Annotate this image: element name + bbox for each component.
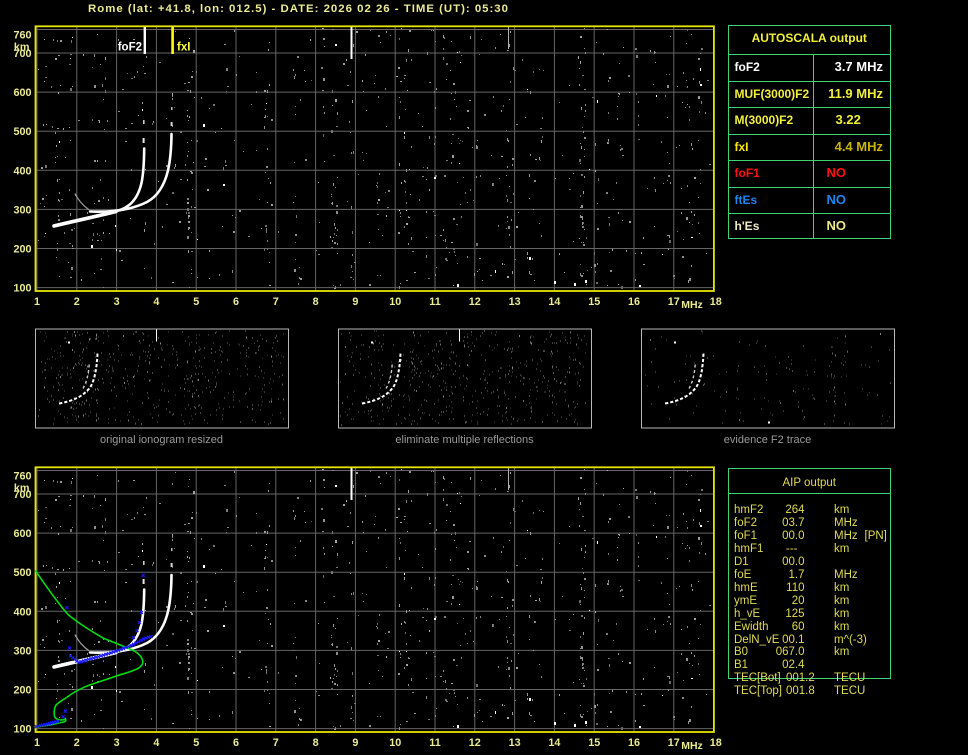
svg-text:1: 1 [34, 737, 40, 749]
svg-text:12: 12 [469, 296, 481, 308]
svg-text:18: 18 [710, 737, 722, 749]
svg-text:evidence F2 trace: evidence F2 trace [724, 434, 811, 446]
svg-text:2: 2 [74, 737, 80, 749]
svg-text:300: 300 [13, 645, 31, 657]
svg-text:760: 760 [13, 30, 31, 42]
svg-text:9: 9 [352, 737, 358, 749]
svg-text:4: 4 [153, 737, 159, 749]
svg-text:14: 14 [548, 737, 560, 749]
svg-text:500: 500 [13, 567, 31, 579]
svg-text:500: 500 [13, 126, 31, 138]
svg-text:300: 300 [13, 204, 31, 216]
svg-text:9: 9 [352, 296, 358, 308]
svg-text:eliminate multiple reflections: eliminate multiple reflections [395, 434, 534, 446]
svg-text:4: 4 [153, 296, 159, 308]
svg-text:5: 5 [193, 737, 199, 749]
svg-text:15: 15 [588, 296, 600, 308]
svg-text:200: 200 [13, 244, 31, 256]
svg-text:6: 6 [233, 737, 239, 749]
svg-text:17: 17 [668, 296, 680, 308]
svg-text:7: 7 [273, 296, 279, 308]
svg-text:3: 3 [114, 296, 120, 308]
svg-text:700: 700 [13, 489, 31, 501]
svg-text:400: 400 [13, 606, 31, 618]
svg-text:100: 100 [13, 283, 31, 295]
svg-text:400: 400 [13, 165, 31, 177]
svg-text:1: 1 [34, 296, 40, 308]
svg-text:10: 10 [389, 737, 401, 749]
svg-text:12: 12 [469, 737, 481, 749]
svg-text:MHz: MHz [681, 740, 703, 752]
svg-text:16: 16 [628, 737, 640, 749]
svg-text:original ionogram resized: original ionogram resized [100, 434, 223, 446]
svg-text:15: 15 [588, 737, 600, 749]
svg-text:600: 600 [13, 87, 31, 99]
svg-text:100: 100 [13, 724, 31, 736]
svg-text:7: 7 [273, 737, 279, 749]
svg-text:13: 13 [509, 737, 521, 749]
svg-text:6: 6 [233, 296, 239, 308]
svg-text:600: 600 [13, 528, 31, 540]
svg-text:16: 16 [628, 296, 640, 308]
svg-text:11: 11 [429, 296, 440, 308]
svg-text:13: 13 [509, 296, 521, 308]
svg-text:foF2: foF2 [118, 42, 142, 54]
svg-text:8: 8 [313, 737, 319, 749]
svg-text:17: 17 [668, 737, 680, 749]
svg-text:14: 14 [548, 296, 560, 308]
svg-text:700: 700 [13, 48, 31, 60]
svg-text:10: 10 [389, 296, 401, 308]
svg-text:2: 2 [74, 296, 80, 308]
svg-text:5: 5 [193, 296, 199, 308]
svg-text:18: 18 [710, 296, 722, 308]
svg-text:MHz: MHz [681, 299, 703, 311]
svg-text:3: 3 [114, 737, 120, 749]
svg-text:8: 8 [313, 296, 319, 308]
svg-text:11: 11 [429, 737, 440, 749]
svg-text:200: 200 [13, 685, 31, 697]
svg-text:Rome (lat: +41.8, lon: 012.5): Rome (lat: +41.8, lon: 012.5) - DATE: 20… [88, 3, 509, 15]
svg-text:760: 760 [13, 471, 31, 483]
svg-text:fxI: fxI [177, 42, 190, 54]
